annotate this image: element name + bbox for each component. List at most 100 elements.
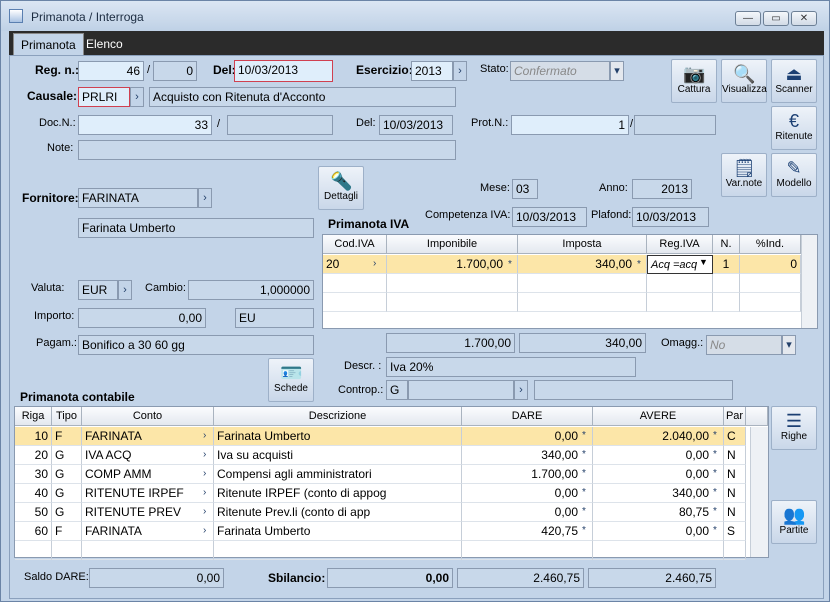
calculator-icon[interactable]: * xyxy=(713,468,717,479)
mese-field[interactable]: 03 xyxy=(512,179,538,199)
cell-avere[interactable]: 0,00 xyxy=(593,465,724,484)
cell-par[interactable]: N xyxy=(724,484,746,503)
empty-cell[interactable] xyxy=(724,541,746,560)
calculator-icon[interactable]: * xyxy=(713,487,717,498)
empty-cell[interactable] xyxy=(593,541,724,560)
scanner-button[interactable]: ⏏ Scanner xyxy=(771,59,817,103)
anno-field[interactable]: 2013 xyxy=(632,179,692,199)
partite-button[interactable]: 👥 Partite xyxy=(771,500,817,544)
empty-cell[interactable] xyxy=(52,541,82,560)
calculator-icon[interactable]: * xyxy=(582,506,586,517)
calculator-icon[interactable]: * xyxy=(582,525,586,536)
reg-suffix-field[interactable]: 0 xyxy=(153,61,197,81)
iva-scrollbar[interactable] xyxy=(801,235,817,328)
descr-field[interactable]: Iva 20% xyxy=(386,357,636,377)
cell-tipo[interactable]: G xyxy=(52,503,82,522)
cell-avere[interactable]: 340,00 xyxy=(593,484,724,503)
iva-col-header[interactable]: Imponibile xyxy=(387,235,518,254)
iva-imposta-cell[interactable]: 340,00 xyxy=(518,255,647,274)
minimize-button[interactable]: — xyxy=(735,11,761,26)
arrow-icon[interactable]: › xyxy=(203,430,206,441)
calculator-icon[interactable]: * xyxy=(582,468,586,479)
reg-number-field[interactable]: 46 xyxy=(78,61,144,81)
iva-col-header[interactable]: Reg.IVA xyxy=(647,235,713,254)
esercizio-arrow-icon[interactable]: › xyxy=(453,61,467,81)
varnote-button[interactable]: 🗒 Var.note xyxy=(721,153,767,197)
calculator-icon[interactable]: * xyxy=(582,487,586,498)
omagg-select[interactable]: No xyxy=(706,335,782,355)
iva-col-header[interactable]: Cod.IVA xyxy=(323,235,387,254)
cell-desc[interactable]: Farinata Umberto xyxy=(214,427,462,446)
empty-cell[interactable] xyxy=(462,541,593,560)
iva-col-header[interactable]: Imposta xyxy=(518,235,647,254)
cell-riga[interactable]: 10 xyxy=(15,427,52,446)
calculator-icon[interactable]: * xyxy=(713,506,717,517)
empty-cell[interactable] xyxy=(82,541,214,560)
arrow-icon[interactable]: › xyxy=(373,258,376,269)
cell-par[interactable]: N xyxy=(724,465,746,484)
controp-arrow-icon[interactable]: › xyxy=(514,380,528,400)
doc-date-field[interactable]: 10/03/2013 xyxy=(379,115,453,135)
col-header-conto[interactable]: Conto xyxy=(82,407,214,426)
iva-cod-cell[interactable]: 20 xyxy=(323,255,387,274)
maximize-button[interactable]: ▭ xyxy=(763,11,789,26)
col-header-par[interactable]: Par xyxy=(724,407,746,426)
cell-riga[interactable]: 60 xyxy=(15,522,52,541)
cell-tipo[interactable]: G xyxy=(52,465,82,484)
cell-riga[interactable]: 40 xyxy=(15,484,52,503)
cell-desc[interactable]: Compensi agli amministratori xyxy=(214,465,462,484)
calculator-icon[interactable]: * xyxy=(713,449,717,460)
calculator-icon[interactable]: * xyxy=(508,259,512,270)
reg-date-field[interactable]: 10/03/2013 xyxy=(234,60,333,82)
controp-desc-field[interactable] xyxy=(534,380,733,400)
fornitore-code-field[interactable]: FARINATA xyxy=(78,188,198,208)
cell-dare[interactable]: 0,00 xyxy=(462,503,593,522)
causale-arrow-icon[interactable]: › xyxy=(130,87,144,107)
calculator-icon[interactable]: * xyxy=(713,430,717,441)
cell-conto[interactable]: RITENUTE IRPEF xyxy=(82,484,214,503)
calculator-icon[interactable]: * xyxy=(582,430,586,441)
calculator-icon[interactable]: * xyxy=(713,525,717,536)
close-button[interactable]: ✕ xyxy=(791,11,817,26)
cell-riga[interactable]: 20 xyxy=(15,446,52,465)
chevron-down-icon[interactable]: ▼ xyxy=(699,257,708,267)
cell-par[interactable]: S xyxy=(724,522,746,541)
tab-elenco[interactable]: Elenco xyxy=(79,33,130,55)
col-header-descrizione[interactable]: Descrizione xyxy=(214,407,462,426)
cell-desc[interactable]: Farinata Umberto xyxy=(214,522,462,541)
empty-cell[interactable] xyxy=(214,541,462,560)
stato-dropdown-icon[interactable]: ▾ xyxy=(610,61,624,81)
col-header-tipo[interactable]: Tipo xyxy=(52,407,82,426)
iva-imponibile-cell[interactable]: 1.700,00 xyxy=(387,255,518,274)
cell-conto[interactable]: IVA ACQ xyxy=(82,446,214,465)
cattura-button[interactable]: 📷 Cattura xyxy=(671,59,717,103)
competenza-field[interactable]: 10/03/2013 xyxy=(512,207,587,227)
controp-code-field[interactable] xyxy=(408,380,514,400)
col-header-avere[interactable]: AVERE xyxy=(593,407,724,426)
cell-par[interactable]: C xyxy=(724,427,746,446)
causale-code-field[interactable]: PRLRI xyxy=(78,87,130,107)
fornitore-arrow-icon[interactable]: › xyxy=(198,188,212,208)
controp-type-field[interactable]: G xyxy=(386,380,408,400)
cell-avere[interactable]: 80,75 xyxy=(593,503,724,522)
causale-desc-field[interactable]: Acquisto con Ritenuta d'Acconto xyxy=(149,87,456,107)
importo-currency-field[interactable]: EU xyxy=(235,308,314,328)
cell-avere[interactable]: 0,00 xyxy=(593,522,724,541)
valuta-arrow-icon[interactable]: › xyxy=(118,280,132,300)
arrow-icon[interactable]: › xyxy=(203,468,206,479)
cell-dare[interactable]: 0,00 xyxy=(462,427,593,446)
cell-par[interactable]: N xyxy=(724,503,746,522)
cell-dare[interactable]: 420,75 xyxy=(462,522,593,541)
docn-field[interactable]: 33 xyxy=(78,115,212,135)
arrow-icon[interactable]: › xyxy=(203,487,206,498)
pagam-field[interactable]: Bonifico a 30 60 gg xyxy=(78,335,314,355)
prot-suffix-field[interactable] xyxy=(634,115,716,135)
visualizza-button[interactable]: 🔍 Visualizza xyxy=(721,59,767,103)
empty-cell[interactable] xyxy=(15,541,52,560)
col-header-dare[interactable]: DARE xyxy=(462,407,593,426)
iva-col-header[interactable]: %Ind. xyxy=(740,235,801,254)
prot-field[interactable]: 1 xyxy=(511,115,629,135)
schede-button[interactable]: 🪪 Schede xyxy=(268,358,314,402)
cell-riga[interactable]: 30 xyxy=(15,465,52,484)
omagg-dropdown-icon[interactable]: ▾ xyxy=(782,335,796,355)
